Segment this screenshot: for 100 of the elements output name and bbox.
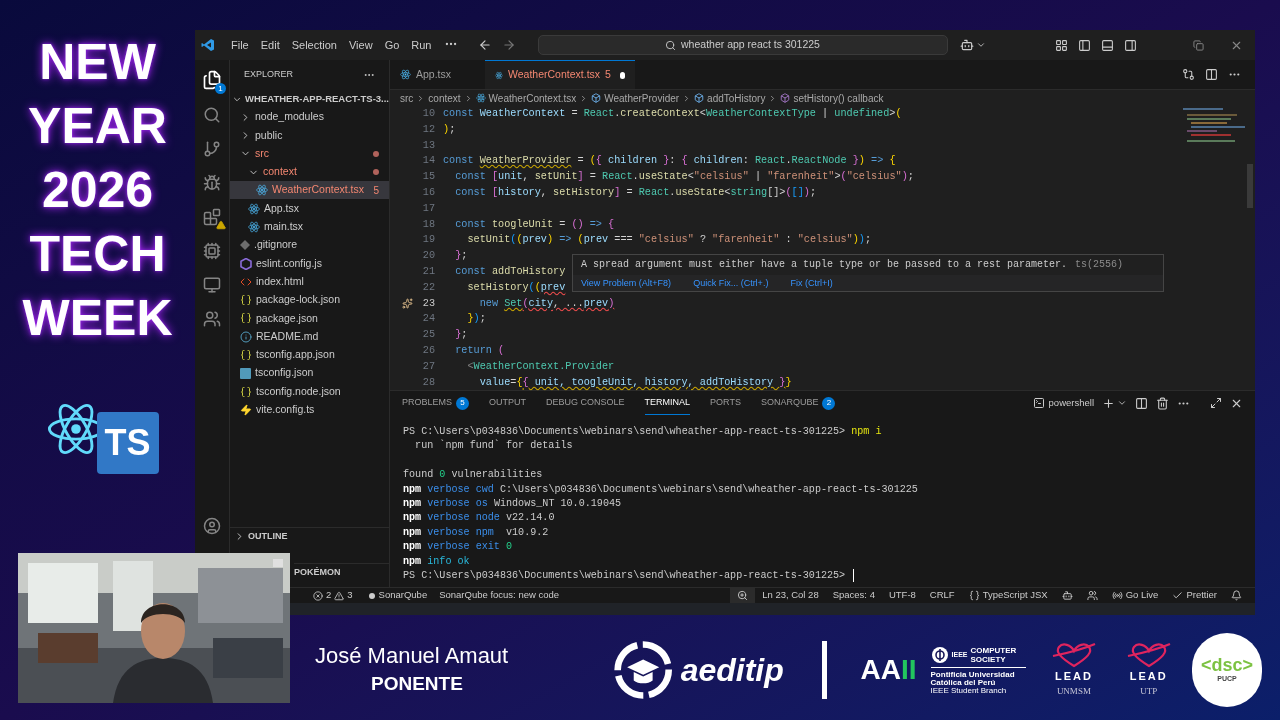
people-icon[interactable] [203,310,221,328]
panel-left-icon[interactable] [1078,38,1091,52]
tree-item[interactable]: index.html [230,272,389,291]
line-number: 21 [422,264,435,279]
error-code: ts(2556) [1075,259,1124,270]
chip-icon[interactable] [203,242,221,260]
sparkle-icon[interactable] [401,297,413,309]
menu-item[interactable]: Go [378,36,406,54]
status-item[interactable]: UTF-8 [881,588,923,603]
tree-item[interactable]: src [230,144,389,163]
breadcrumb-item[interactable]: setHistory() callback [793,90,884,106]
menu-item[interactable]: Selection [285,36,343,54]
search-icon[interactable] [203,106,221,124]
tree-item[interactable]: tsconfig.app.json [230,345,389,365]
remote-icon[interactable] [203,276,221,294]
logo-label: IEEE Student Branch [930,686,1008,695]
check-icon [1172,590,1184,601]
panel-right-icon[interactable] [1124,38,1137,52]
section-header[interactable]: POKÉMON [294,563,389,581]
tree-item[interactable]: vite.config.ts [230,400,389,420]
error-count[interactable]: 2 [326,588,332,603]
chevron-down-icon[interactable] [1117,398,1127,408]
tree-item[interactable]: context [230,162,389,182]
code-line: setHistory((prev [466,280,566,295]
panel-tab[interactable]: PORTS [710,391,741,415]
layout-icon[interactable] [1055,38,1068,52]
search-field[interactable]: wheather app react ts 301225 [537,35,948,55]
source-control-icon[interactable] [203,140,221,158]
files-icon[interactable] [202,70,222,90]
tree-item[interactable]: .gitignore [230,236,389,255]
status-item[interactable]: CRLF [922,588,962,603]
tree-item[interactable]: main.tsx [230,217,389,237]
root-folder[interactable]: WHEATHER-APP-REACT-TS-3... [230,90,389,108]
callback-icon [780,93,791,103]
split-icon[interactable] [1135,396,1148,410]
tree-item[interactable]: package.json [230,309,389,328]
panel-tab[interactable]: OUTPUT [489,391,526,415]
status-item[interactable]: Spaces: 4 [825,588,882,603]
add-icon[interactable] [1102,396,1115,410]
status-item[interactable]: SonarQube focus: new code [433,588,566,603]
tree-item[interactable]: README.md [230,327,389,346]
restore-icon[interactable] [1193,39,1204,51]
bug-icon[interactable] [203,174,221,192]
code-line: value={{ unit, toogleUnit, history, addToHistory }} [478,375,792,390]
item-label: tsconfig.node.json [256,383,341,399]
robot-icon[interactable] [959,38,974,52]
error-message: A spread argument must either have a tuple type or be passed to a rest parameter. [581,259,1068,270]
panel-bottom-icon[interactable] [1101,38,1114,52]
compare-icon[interactable] [1182,68,1195,81]
panel-tab[interactable]: SONARQUBE 2 [760,391,836,415]
panel-tab[interactable]: PROBLEMS 5 [402,391,469,415]
panel-tab[interactable]: DEBUG CONSOLE [546,391,625,415]
terminal-line: run `npm fund` for details [414,439,573,454]
atom-icon [475,93,486,103]
split-editor-icon[interactable] [1205,68,1218,81]
tree-item[interactable]: App.tsx [230,199,389,218]
tree-item[interactable]: public [230,126,389,145]
breadcrumb-item[interactable]: WeatherContext.tsx [488,90,577,106]
forward-arrow-icon[interactable] [501,38,516,52]
status-item[interactable]: Prettier [1165,588,1224,603]
action-link[interactable]: Quick Fix... (Ctrl+.) [693,275,769,290]
tree-item[interactable]: package-lock.json [230,290,389,310]
menu-item[interactable]: Run [405,36,438,54]
line-number: 10 [422,107,435,121]
item-label: main.tsx [264,219,304,235]
trash-icon[interactable] [1156,396,1169,410]
panel-tab[interactable]: TERMINAL [644,391,691,415]
speaker-role: PONENTE [371,671,464,696]
terminal-line: npm verbose exit 0 [403,540,513,555]
status-item[interactable]: TypeScript JSX [961,588,1055,603]
chevron-down-icon[interactable] [975,40,986,50]
logo-label: Pontificia Universidad [930,670,1016,679]
scrollbar-thumb[interactable] [1247,164,1253,208]
tree-item[interactable]: WeatherContext.tsx 5 [230,181,389,200]
menu-item[interactable]: Edit [254,36,286,54]
tree-item[interactable]: tsconfig.json [230,364,389,383]
warning-count[interactable]: 3 [347,588,353,603]
shell-name[interactable]: powershell [1048,395,1094,411]
tree-item[interactable]: eslint.config.js [230,254,389,273]
divider-bar [821,641,827,699]
section-header[interactable]: OUTLINE [230,527,389,545]
breadcrumb-item[interactable]: WeatherProvider [604,90,680,106]
action-link[interactable]: View Problem (Alt+F8) [581,275,672,290]
editor-tab[interactable]: WeatherContext.tsx 5 [485,60,635,89]
status-item[interactable]: Go Live [1104,588,1166,603]
breadcrumb-item[interactable]: context [428,90,461,106]
account-icon[interactable] [203,517,221,535]
atom-icon [248,202,260,215]
tree-item[interactable]: tsconfig.node.json [230,382,389,401]
menu-item[interactable]: File [225,36,255,54]
status-item[interactable]: SonarQube [362,588,434,603]
menu-item[interactable]: View [342,36,379,54]
breadcrumb-item[interactable]: addToHistory [707,90,766,106]
maximize-icon[interactable] [1210,397,1222,409]
tree-item[interactable]: node_modules [230,108,389,127]
extensions-icon[interactable] [203,208,221,226]
status-item[interactable]: Ln 23, Col 28 [755,588,826,603]
action-link[interactable]: Fix (Ctrl+I) [790,275,833,290]
code-line: const addToHistory [454,264,566,279]
breadcrumb-item[interactable]: src [400,90,414,106]
